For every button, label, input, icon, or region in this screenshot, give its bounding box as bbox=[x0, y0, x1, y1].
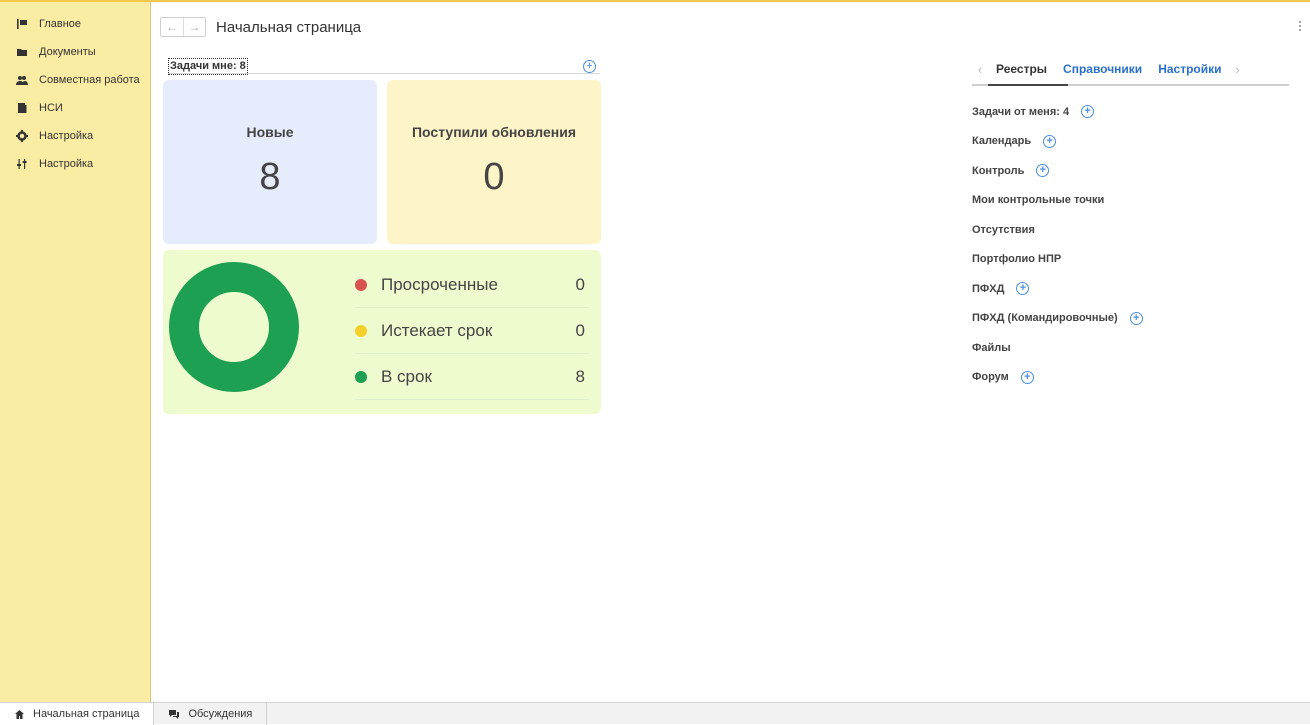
sidebar-item-documents[interactable]: Документы bbox=[0, 38, 150, 66]
sidebar-item-label: Настройка bbox=[39, 158, 94, 170]
flag-icon bbox=[16, 18, 28, 30]
sliders-icon bbox=[16, 158, 28, 170]
add-task-plus-icon[interactable]: + bbox=[583, 60, 596, 73]
folder-icon bbox=[16, 46, 28, 58]
list-item-label: Портфолио НПР bbox=[972, 253, 1062, 266]
sidebar-item-settings-2[interactable]: Настройка bbox=[0, 150, 150, 178]
tabs-bar: ‹ Реестры Справочники Настройки › bbox=[972, 54, 1289, 86]
footer-tab-discussions[interactable]: Обсуждения bbox=[154, 703, 268, 725]
list-item[interactable]: Мои контрольные точки bbox=[972, 186, 1143, 216]
status-label: В срок bbox=[381, 366, 432, 386]
list-item[interactable]: ПФХД (Командировочные) + bbox=[972, 304, 1143, 334]
list-item[interactable]: Отсутствия bbox=[972, 215, 1143, 245]
status-row-overdue[interactable]: Просроченные 0 bbox=[355, 262, 589, 308]
forward-button[interactable]: → bbox=[183, 18, 205, 36]
list-item[interactable]: Календарь + bbox=[972, 127, 1143, 157]
new-tasks-count: 8 bbox=[259, 156, 281, 198]
sidebar: Главное Документы Совместная работа НСИ … bbox=[0, 2, 151, 702]
list-item[interactable]: Задачи от меня: 4 + bbox=[972, 97, 1143, 127]
list-item-label: Форум bbox=[972, 371, 1009, 384]
list-item[interactable]: Форум + bbox=[972, 363, 1143, 393]
updated-tasks-title: Поступили обновления bbox=[411, 124, 576, 140]
list-item-label: Контроль bbox=[972, 164, 1025, 177]
list-item-label: Отсутствия bbox=[972, 223, 1035, 236]
tabs-next-chevron-icon[interactable]: › bbox=[1230, 62, 1246, 77]
list-item[interactable]: Портфолио НПР bbox=[972, 245, 1143, 275]
sidebar-item-label: Главное bbox=[39, 18, 82, 30]
status-value: 0 bbox=[575, 320, 585, 340]
status-panel: Просроченные 0 Истекает срок 0 В срок 8 bbox=[163, 250, 601, 414]
status-row-ontime[interactable]: В срок 8 bbox=[355, 354, 589, 400]
list-item[interactable]: Файлы bbox=[972, 333, 1143, 363]
add-plus-icon[interactable]: + bbox=[1020, 370, 1034, 384]
book-icon bbox=[16, 102, 28, 114]
list-item-label: Мои контрольные точки bbox=[972, 194, 1105, 207]
status-donut-chart bbox=[169, 262, 299, 392]
add-plus-icon[interactable]: + bbox=[1129, 311, 1143, 325]
footer-tabs: Начальная страница Обсуждения bbox=[0, 702, 1310, 725]
sidebar-item-collaboration[interactable]: Совместная работа bbox=[0, 66, 150, 94]
gear-icon bbox=[16, 130, 28, 142]
status-label: Истекает срок bbox=[381, 320, 493, 340]
sidebar-item-nsi[interactable]: НСИ bbox=[0, 94, 150, 122]
status-label: Просроченные bbox=[381, 274, 498, 294]
new-tasks-card[interactable]: Новые 8 bbox=[163, 80, 377, 244]
sidebar-item-label: Настройка bbox=[39, 130, 94, 142]
footer-tab-label: Начальная страница bbox=[33, 708, 140, 720]
title-bar: ← → Начальная страница bbox=[160, 16, 361, 38]
more-menu-icon[interactable] bbox=[1296, 18, 1304, 34]
list-item-label: Задачи от меня: 4 bbox=[972, 105, 1070, 118]
active-tab-underline bbox=[988, 84, 1068, 86]
add-plus-icon[interactable]: + bbox=[1043, 134, 1057, 148]
status-dot bbox=[355, 324, 367, 337]
new-tasks-title: Новые bbox=[246, 124, 294, 140]
tab-settings[interactable]: Настройки bbox=[1150, 62, 1229, 76]
list-item[interactable]: Контроль + bbox=[972, 156, 1143, 186]
nav-buttons: ← → bbox=[160, 17, 206, 37]
main-area: ← → Начальная страница Задачи мне: 8 + Н… bbox=[152, 2, 1310, 702]
tab-directories[interactable]: Справочники bbox=[1055, 62, 1150, 76]
registers-list: Задачи от меня: 4 + Календарь + Контроль… bbox=[972, 97, 1143, 392]
add-plus-icon[interactable]: + bbox=[1016, 282, 1030, 296]
status-value: 0 bbox=[575, 274, 585, 294]
tab-registers[interactable]: Реестры bbox=[988, 62, 1055, 76]
add-plus-icon[interactable]: + bbox=[1036, 164, 1050, 178]
updated-tasks-count: 0 bbox=[483, 156, 505, 198]
footer-tab-label: Обсуждения bbox=[188, 708, 253, 720]
status-row-expiring[interactable]: Истекает срок 0 bbox=[355, 308, 589, 354]
list-item-label: ПФХД bbox=[972, 282, 1005, 295]
chat-icon bbox=[168, 709, 180, 720]
list-item-label: ПФХД (Командировочные) bbox=[972, 312, 1118, 325]
footer-tab-home[interactable]: Начальная страница bbox=[0, 703, 155, 725]
status-dot bbox=[355, 278, 367, 291]
sidebar-item-settings[interactable]: Настройка bbox=[0, 122, 150, 150]
status-value: 8 bbox=[575, 366, 585, 386]
add-plus-icon[interactable]: + bbox=[1081, 105, 1095, 119]
list-item[interactable]: ПФХД + bbox=[972, 274, 1143, 304]
sidebar-item-main[interactable]: Главное bbox=[0, 10, 150, 38]
list-item-label: Календарь bbox=[972, 135, 1032, 148]
sidebar-item-label: НСИ bbox=[39, 102, 63, 114]
sidebar-item-label: Совместная работа bbox=[39, 74, 140, 86]
home-icon bbox=[14, 709, 25, 720]
users-icon bbox=[16, 74, 28, 86]
status-dot bbox=[355, 370, 367, 383]
updated-tasks-card[interactable]: Поступили обновления 0 bbox=[387, 80, 601, 244]
sidebar-item-label: Документы bbox=[39, 46, 96, 58]
divider bbox=[168, 73, 600, 74]
donut-ring bbox=[169, 262, 299, 392]
tabs-prev-chevron-icon[interactable]: ‹ bbox=[972, 62, 988, 77]
back-button[interactable]: ← bbox=[161, 18, 183, 36]
list-item-label: Файлы bbox=[972, 341, 1011, 354]
page-title: Начальная страница bbox=[216, 18, 362, 36]
